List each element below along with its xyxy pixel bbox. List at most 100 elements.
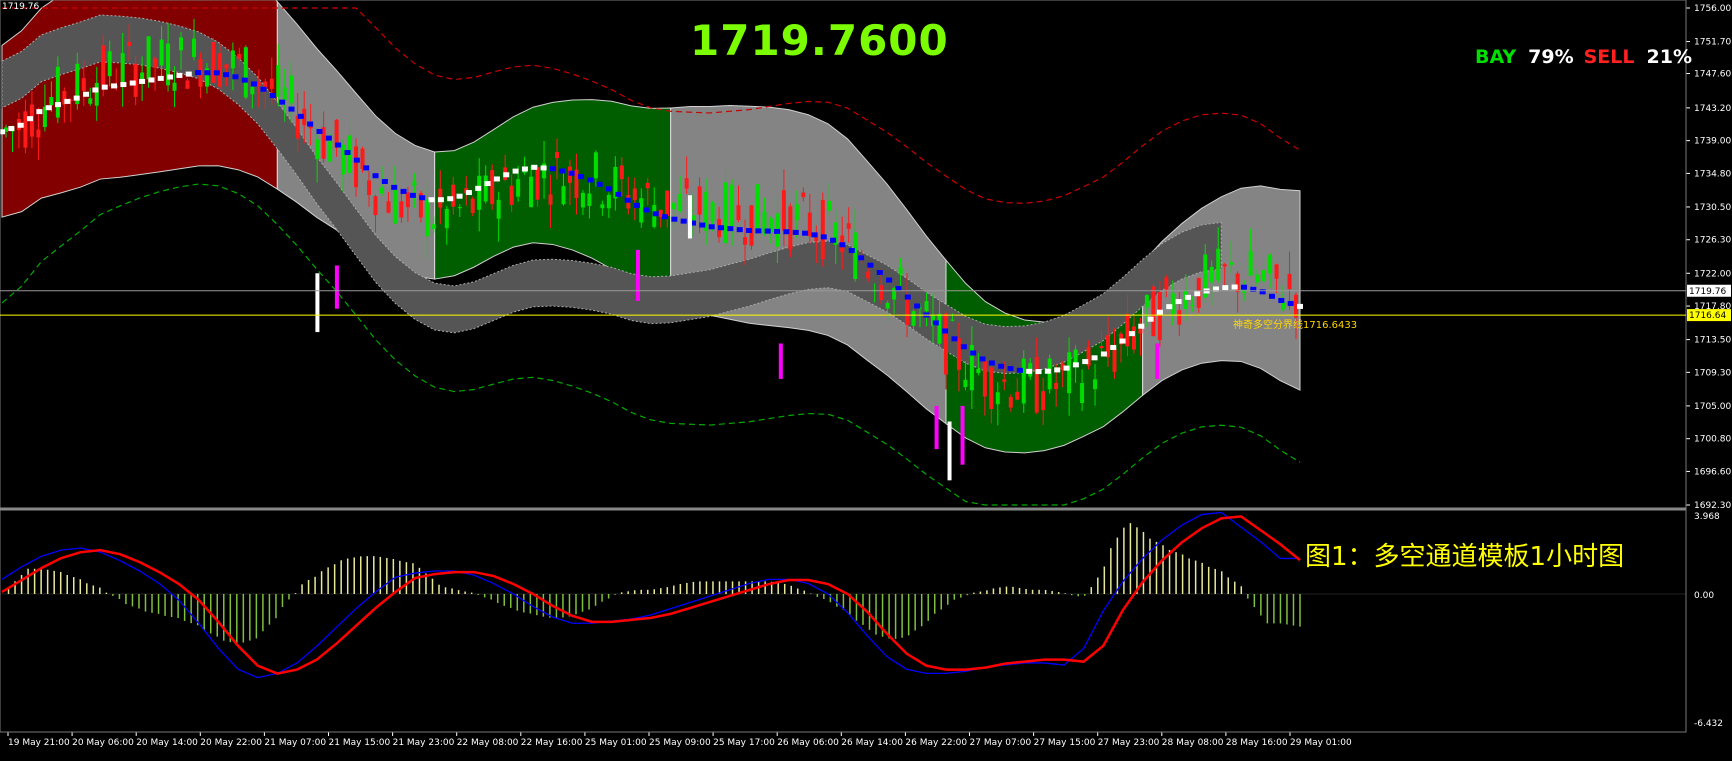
ma-dot xyxy=(904,294,911,300)
ma-dot xyxy=(260,86,267,92)
ma-dot xyxy=(83,91,90,97)
ma-dot xyxy=(400,188,407,194)
candle-body xyxy=(211,42,216,83)
candle-body xyxy=(963,379,968,388)
candle-body xyxy=(846,223,851,229)
ma-dot xyxy=(886,277,893,283)
candle-body xyxy=(535,167,540,200)
candle-body xyxy=(191,38,196,57)
ma-dot xyxy=(876,269,883,275)
candle-body xyxy=(678,194,683,211)
candle-body xyxy=(477,175,482,210)
candle-body xyxy=(529,176,534,208)
candle-body xyxy=(49,97,54,106)
time-tick-label: 29 May 01:00 xyxy=(1290,738,1352,748)
ma-dot xyxy=(979,356,986,362)
candle-body xyxy=(619,165,624,180)
ma-dot xyxy=(867,262,874,268)
candle-body xyxy=(399,201,404,218)
ma-dot xyxy=(839,242,846,248)
ma-dot xyxy=(998,363,1005,369)
candle-body xyxy=(723,182,728,244)
candle-body xyxy=(328,141,333,162)
ma-dot xyxy=(671,216,678,222)
candle-body xyxy=(354,146,359,188)
ma-dot xyxy=(55,102,62,108)
candle-body xyxy=(976,368,981,373)
time-tick-label: 28 May 08:00 xyxy=(1162,738,1224,748)
ma-dot xyxy=(942,328,949,334)
time-tick-label: 21 May 15:00 xyxy=(329,738,391,748)
candle-body xyxy=(107,51,112,77)
ma-dot xyxy=(1278,297,1285,303)
ma-dot xyxy=(559,168,566,174)
candle-body xyxy=(185,80,190,89)
candle-body xyxy=(1190,304,1195,306)
ma-dot xyxy=(1240,284,1247,290)
candle-body xyxy=(1177,310,1182,325)
time-tick-label: 25 May 09:00 xyxy=(649,738,711,748)
candle-body xyxy=(1034,356,1039,413)
ma-dot xyxy=(344,150,351,156)
ma-dot xyxy=(970,350,977,356)
ma-dot xyxy=(783,229,790,235)
signal-spike xyxy=(315,273,320,333)
candle-body xyxy=(807,212,812,237)
candle-body xyxy=(781,190,786,231)
time-tick-label: 26 May 22:00 xyxy=(905,738,967,748)
candle-body xyxy=(405,192,410,208)
candle-body xyxy=(153,58,158,68)
price-tick-label: 1700.80 xyxy=(1694,435,1731,445)
candle-body xyxy=(243,47,248,98)
ma-dot xyxy=(755,228,762,234)
candle-body xyxy=(1093,379,1098,390)
candle-body xyxy=(898,267,903,275)
ma-dot xyxy=(176,72,183,78)
candle-body xyxy=(1002,379,1007,382)
ma-dot xyxy=(1138,323,1145,329)
ma-dot xyxy=(185,71,192,77)
candle-body xyxy=(509,185,514,205)
candle-body xyxy=(1255,274,1260,283)
candle-body xyxy=(1164,277,1169,290)
signal-spike xyxy=(334,265,339,309)
time-tick-label: 20 May 14:00 xyxy=(136,738,198,748)
candle-body xyxy=(237,54,242,59)
sell-label: SELL xyxy=(1583,46,1635,68)
ma-dot xyxy=(381,178,388,184)
candle-body xyxy=(606,194,611,209)
candle-body xyxy=(885,302,890,309)
ma-dot xyxy=(363,165,370,171)
candle-body xyxy=(1144,295,1149,308)
ma-dot xyxy=(1128,331,1135,337)
candle-body xyxy=(788,206,793,250)
price-tick-label: 1734.80 xyxy=(1694,169,1731,179)
ma-dot xyxy=(148,77,155,83)
candle-body xyxy=(483,175,488,202)
candle-body xyxy=(1248,251,1253,276)
time-tick-label: 22 May 08:00 xyxy=(457,738,519,748)
ma-dot xyxy=(409,192,416,198)
candle-body xyxy=(1281,301,1286,310)
ma-dot xyxy=(1119,338,1126,344)
ma-dot xyxy=(167,74,174,80)
ma-dot xyxy=(615,191,622,197)
signal-spike xyxy=(778,343,783,379)
candle-body xyxy=(1021,358,1026,404)
candle-body xyxy=(1054,382,1059,389)
candle-body xyxy=(671,202,676,210)
price-tick-label: 1743.20 xyxy=(1694,104,1731,114)
candle-body xyxy=(146,36,151,80)
ma-dot xyxy=(1091,355,1098,361)
candle-body xyxy=(179,37,184,51)
time-tick-label: 20 May 06:00 xyxy=(72,738,134,748)
ma-dot xyxy=(718,225,725,231)
candle-body xyxy=(289,75,294,104)
candle-body xyxy=(490,170,495,205)
candle-body xyxy=(866,271,871,279)
ma-dot xyxy=(736,227,743,233)
ma-dot xyxy=(419,195,426,201)
candle-body xyxy=(1151,286,1156,337)
ma-dot xyxy=(1231,284,1238,290)
candle-body xyxy=(710,202,715,221)
